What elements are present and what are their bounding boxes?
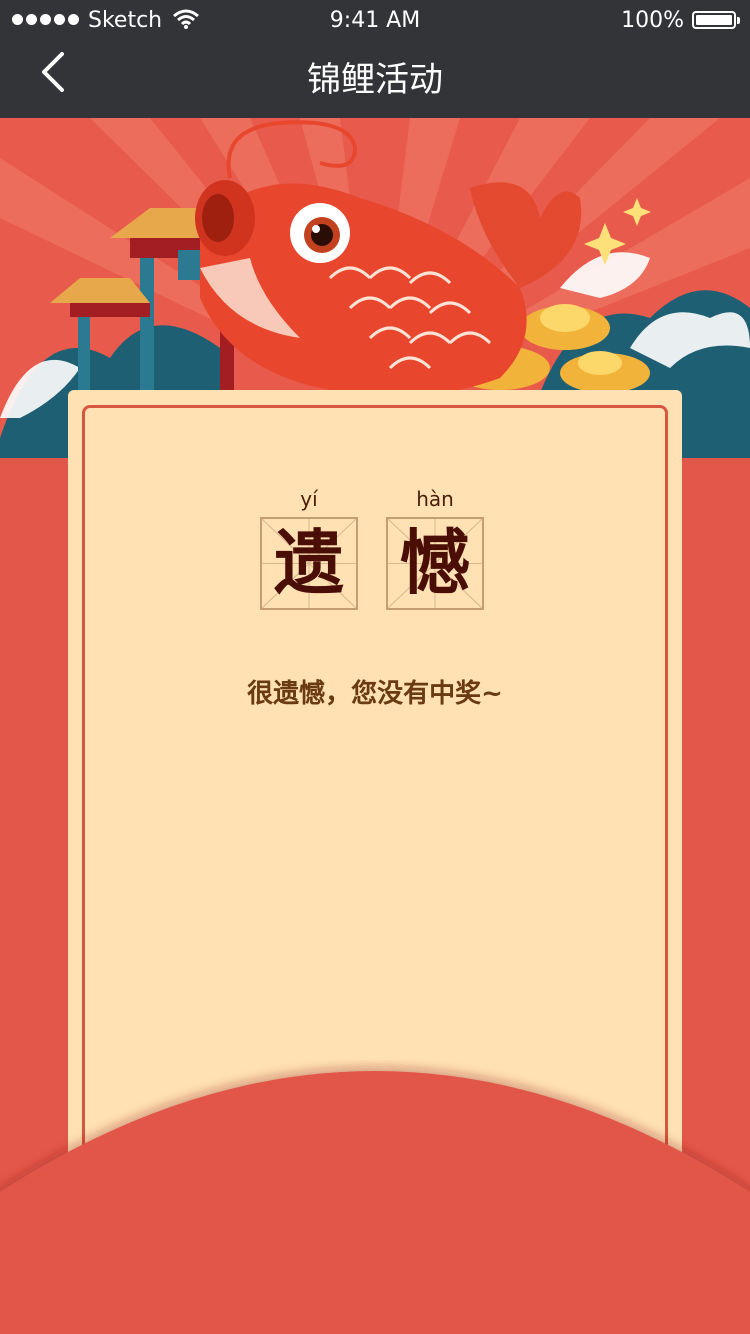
navigation-bar: 锦鲤活动 [0,40,750,118]
battery-percentage: 100% [621,8,684,33]
character-box-2: 憾 [386,517,484,610]
character-2: 憾 [400,522,470,604]
character-1: 遗 [274,522,344,604]
pinyin-2: hàn [416,487,454,511]
page-title: 锦鲤活动 [307,60,443,100]
pinyin-1: yí [300,487,318,511]
bottom-wave-decoration [0,1071,750,1334]
status-bar: Sketch 9:41 AM 100% [0,0,750,40]
battery-icon [692,11,740,29]
character-box-1: 遗 [260,517,358,610]
result-message: 很遗憾，您没有中奖~ [247,679,503,709]
